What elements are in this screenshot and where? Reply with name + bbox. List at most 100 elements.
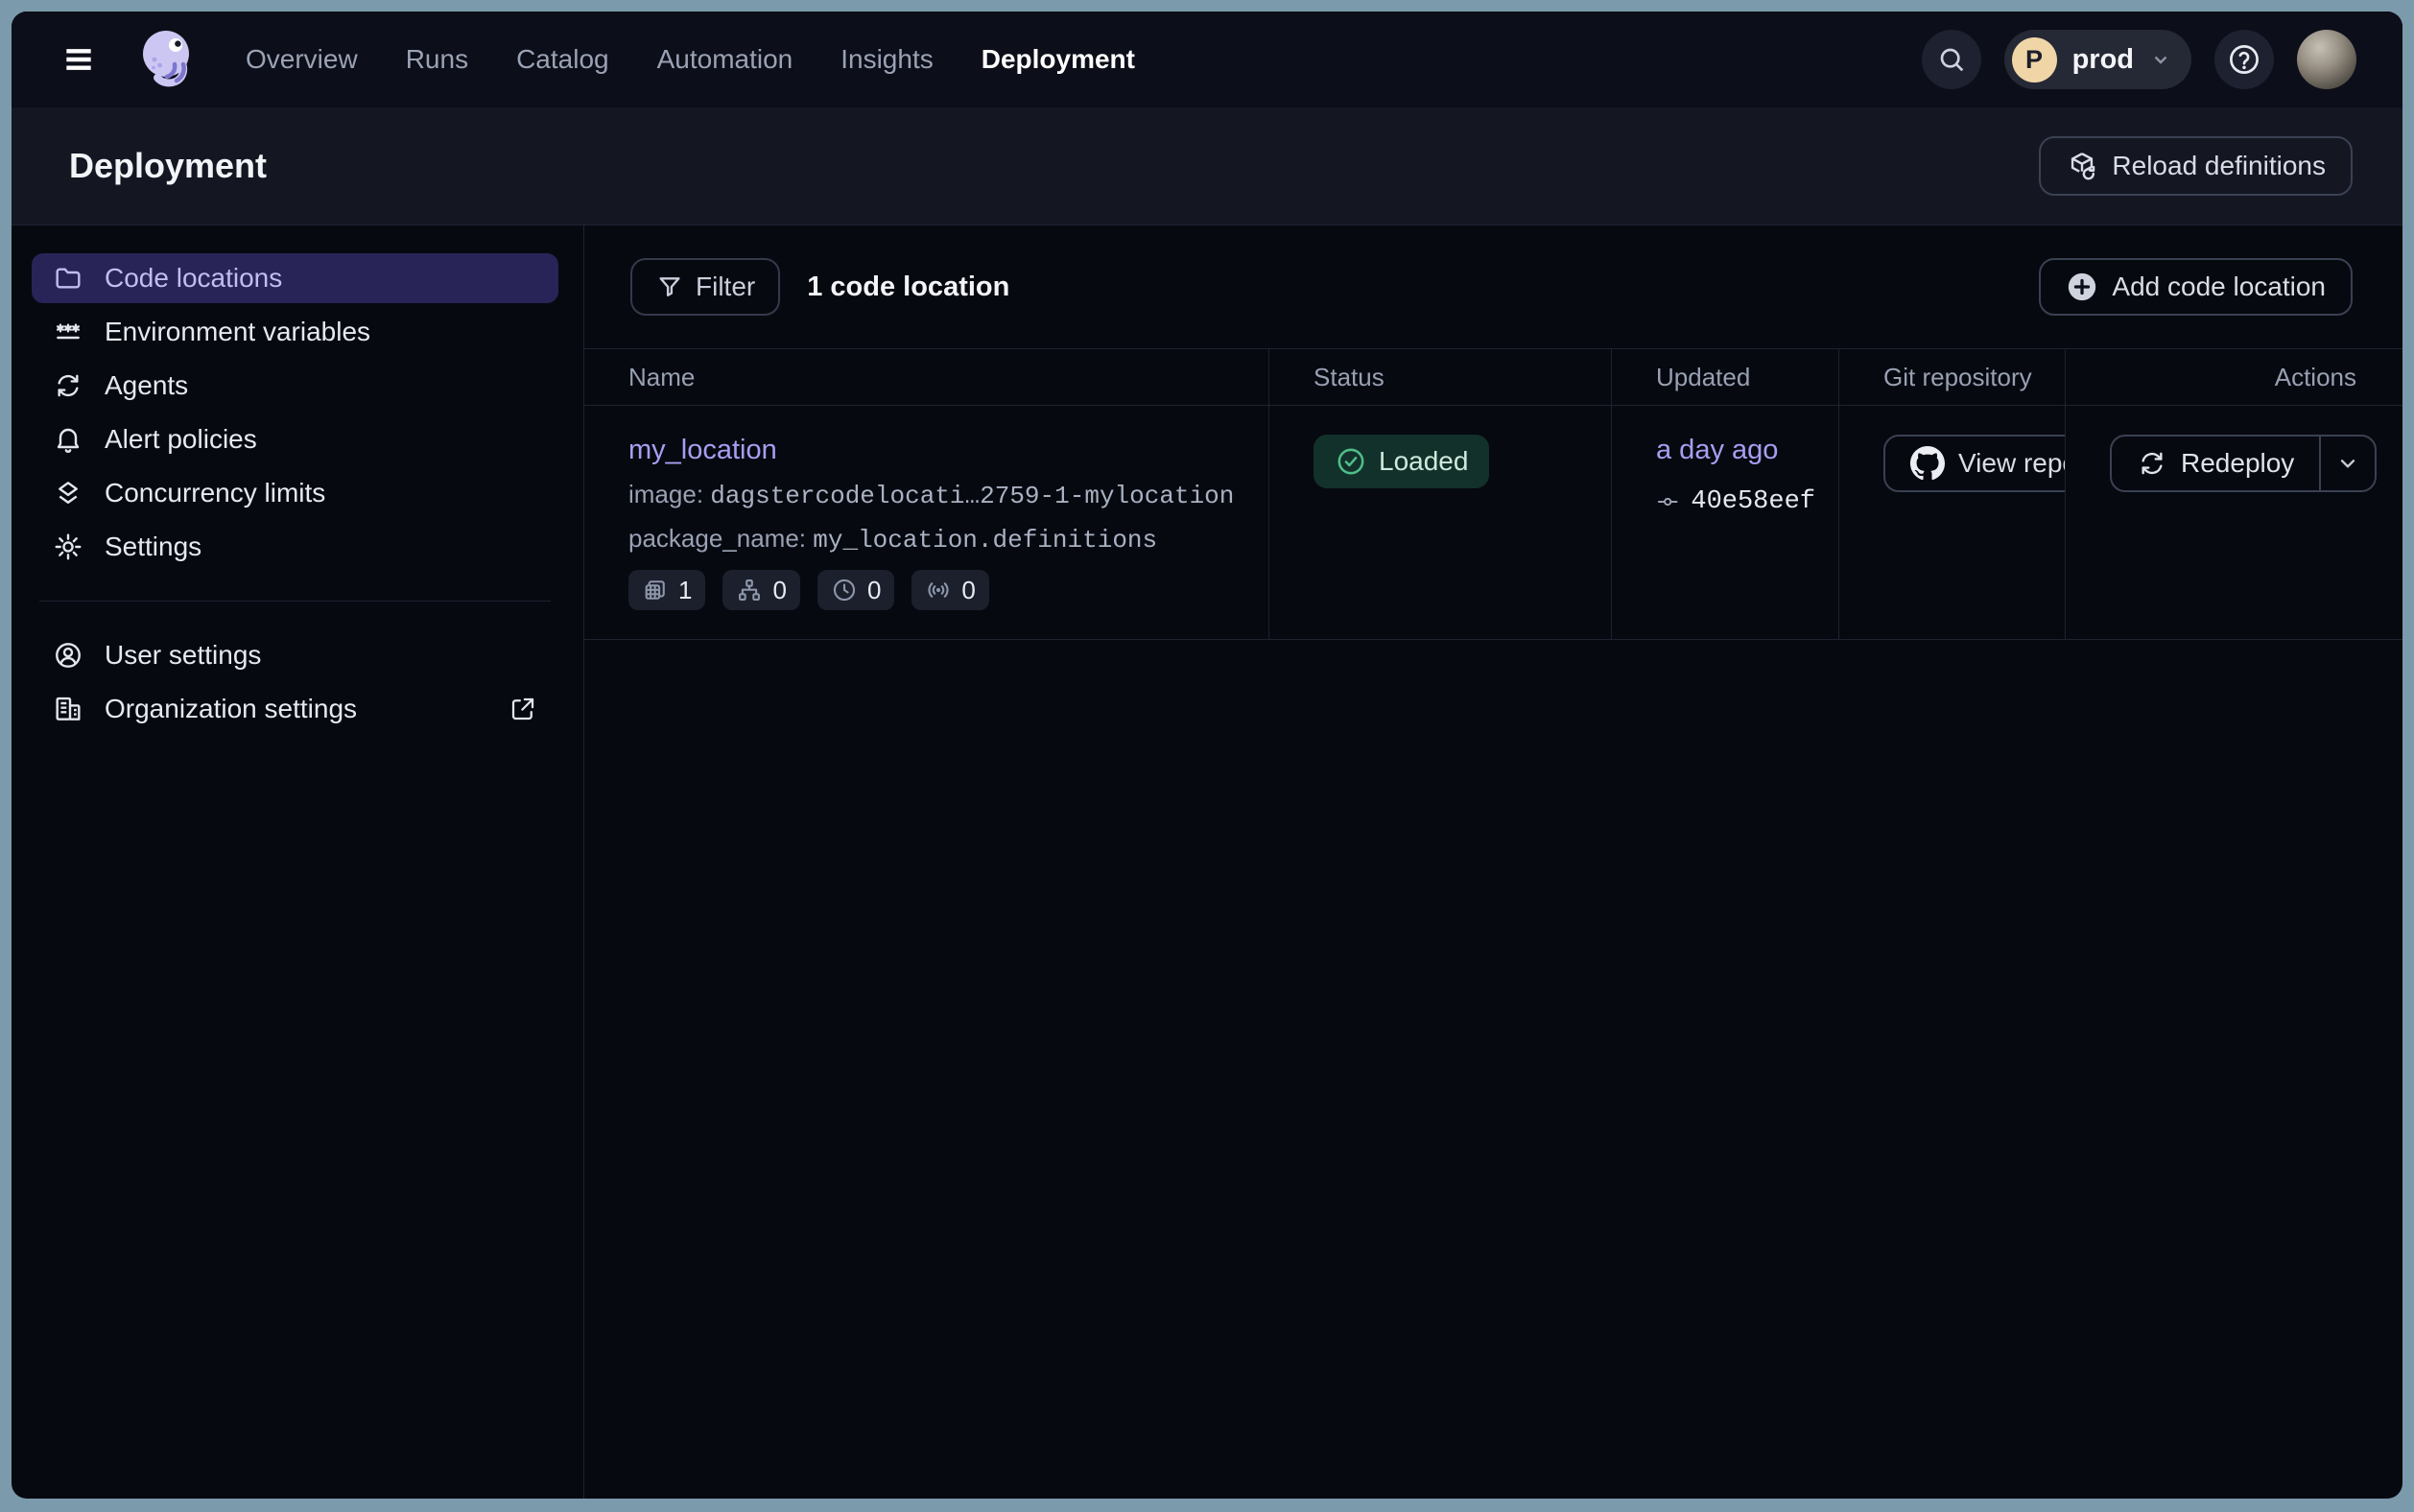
plus-circle-icon xyxy=(2066,271,2098,303)
package-label: package_name: xyxy=(628,524,806,553)
sidebar-item-user-settings[interactable]: User settings xyxy=(32,630,558,680)
image-line: image: dagstercodelocati…2759-1-mylocati… xyxy=(628,480,1245,510)
nav-item-runs[interactable]: Runs xyxy=(406,44,468,75)
status-label: Loaded xyxy=(1379,446,1468,477)
agents-icon xyxy=(53,370,83,401)
sidebar-item-label: User settings xyxy=(105,640,261,671)
column-header-status: Status xyxy=(1268,349,1611,405)
code-location-link[interactable]: my_location xyxy=(628,435,777,466)
sidebar-item-organization-settings[interactable]: Organization settings xyxy=(32,684,558,734)
search-button[interactable] xyxy=(1922,30,1981,89)
check-circle-icon xyxy=(1335,445,1367,478)
github-icon xyxy=(1910,446,1945,481)
sidebar-item-agents[interactable]: Agents xyxy=(32,361,558,411)
assets-count-badge[interactable]: 1 xyxy=(628,570,705,610)
main-nav: Overview Runs Catalog Automation Insight… xyxy=(246,44,1135,75)
clock-icon xyxy=(831,577,858,603)
help-icon xyxy=(2226,41,2262,78)
sidebar-item-label: Agents xyxy=(105,370,188,401)
assets-count: 1 xyxy=(678,576,692,605)
hamburger-menu-button[interactable] xyxy=(58,38,100,81)
main-panel: Filter 1 code location Add code location… xyxy=(584,225,2402,1499)
redeploy-more-button[interactable] xyxy=(2319,437,2375,490)
bell-icon xyxy=(53,424,83,455)
toolbar: Filter 1 code location Add code location xyxy=(584,225,2402,316)
nav-item-catalog[interactable]: Catalog xyxy=(516,44,609,75)
column-header-git-repository: Git repository xyxy=(1838,349,2065,405)
cell-updated: a day ago 40e58eef xyxy=(1611,406,1838,639)
env-variables-icon xyxy=(53,317,83,347)
content: Code locations Environment variables Age… xyxy=(12,225,2402,1499)
commit-icon xyxy=(1656,485,1679,518)
folder-icon xyxy=(53,263,83,294)
layers-icon xyxy=(53,478,83,508)
nav-item-automation[interactable]: Automation xyxy=(657,44,793,75)
search-icon xyxy=(1936,44,1967,75)
nav-item-overview[interactable]: Overview xyxy=(246,44,358,75)
sidebar-item-label: Code locations xyxy=(105,263,282,294)
filter-label: Filter xyxy=(696,272,755,302)
add-code-location-button[interactable]: Add code location xyxy=(2039,258,2353,316)
assets-icon xyxy=(642,577,669,603)
column-header-actions: Actions xyxy=(2065,349,2402,405)
sidebar-item-label: Settings xyxy=(105,532,201,562)
jobs-count-badge[interactable]: 0 xyxy=(722,570,799,610)
package-value: my_location.definitions xyxy=(813,526,1157,555)
user-circle-icon xyxy=(53,640,83,671)
sensor-icon xyxy=(925,577,952,603)
sidebar-item-label: Organization settings xyxy=(105,694,357,724)
redeploy-split-button: Redeploy xyxy=(2110,435,2377,492)
chevron-down-icon xyxy=(2149,48,2172,71)
page-title: Deployment xyxy=(69,146,267,186)
view-repo-button[interactable]: View repo xyxy=(1883,435,2065,492)
sidebar-item-code-locations[interactable]: Code locations xyxy=(32,253,558,303)
building-icon xyxy=(53,694,83,724)
table-header-row: Name Status Updated Git repository Actio… xyxy=(584,348,2402,406)
image-value: dagstercodelocati…2759-1-mylocation xyxy=(710,482,1234,510)
reload-definitions-label: Reload definitions xyxy=(2112,151,2326,181)
sidebar-item-concurrency-limits[interactable]: Concurrency limits xyxy=(32,468,558,518)
definition-count-badges: 1 0 0 xyxy=(628,570,1245,610)
sidebar-item-environment-variables[interactable]: Environment variables xyxy=(32,307,558,357)
view-repo-label: View repo xyxy=(1958,448,2065,479)
schedules-count-badge[interactable]: 0 xyxy=(817,570,894,610)
cell-git-repository: View repo xyxy=(1838,406,2065,639)
filter-icon xyxy=(655,272,684,301)
sidebar-item-label: Concurrency limits xyxy=(105,478,325,508)
sidebar-item-label: Alert policies xyxy=(105,424,257,455)
dagster-logo-icon[interactable] xyxy=(132,25,201,94)
app-window: Overview Runs Catalog Automation Insight… xyxy=(12,12,2402,1499)
redeploy-button[interactable]: Redeploy xyxy=(2112,437,2319,490)
nav-item-deployment[interactable]: Deployment xyxy=(982,44,1135,75)
deployment-initial-badge: P xyxy=(2012,37,2057,83)
sidebar-item-settings[interactable]: Settings xyxy=(32,522,558,572)
nav-item-insights[interactable]: Insights xyxy=(840,44,934,75)
updated-time-link[interactable]: a day ago xyxy=(1656,435,1778,465)
deployment-switcher[interactable]: P prod xyxy=(2004,30,2191,89)
top-nav: Overview Runs Catalog Automation Insight… xyxy=(12,12,2402,107)
reload-definitions-button[interactable]: Reload definitions xyxy=(2039,136,2353,196)
hamburger-icon xyxy=(60,41,97,78)
sidebar-divider xyxy=(39,601,551,602)
sidebar-item-alert-policies[interactable]: Alert policies xyxy=(32,414,558,464)
schedules-count: 0 xyxy=(867,576,881,605)
reload-definitions-icon xyxy=(2066,150,2098,182)
chevron-down-icon xyxy=(2335,451,2360,476)
help-button[interactable] xyxy=(2214,30,2274,89)
sensors-count: 0 xyxy=(961,576,975,605)
sensors-count-badge[interactable]: 0 xyxy=(911,570,988,610)
deployment-name: prod xyxy=(2072,44,2134,76)
sidebar-item-label: Environment variables xyxy=(105,317,370,347)
screenshot-frame: Overview Runs Catalog Automation Insight… xyxy=(0,0,2414,1512)
redeploy-icon xyxy=(2137,448,2167,479)
package-line: package_name: my_location.definitions xyxy=(628,524,1245,555)
cell-status: Loaded xyxy=(1268,406,1611,639)
redeploy-label: Redeploy xyxy=(2181,448,2294,479)
commit-row[interactable]: 40e58eef xyxy=(1656,485,1815,518)
status-badge: Loaded xyxy=(1314,435,1489,488)
jobs-icon xyxy=(736,577,763,603)
filter-button[interactable]: Filter xyxy=(630,258,780,316)
user-avatar[interactable] xyxy=(2297,30,2356,89)
cell-actions: Redeploy xyxy=(2065,406,2402,639)
image-label: image: xyxy=(628,480,703,508)
